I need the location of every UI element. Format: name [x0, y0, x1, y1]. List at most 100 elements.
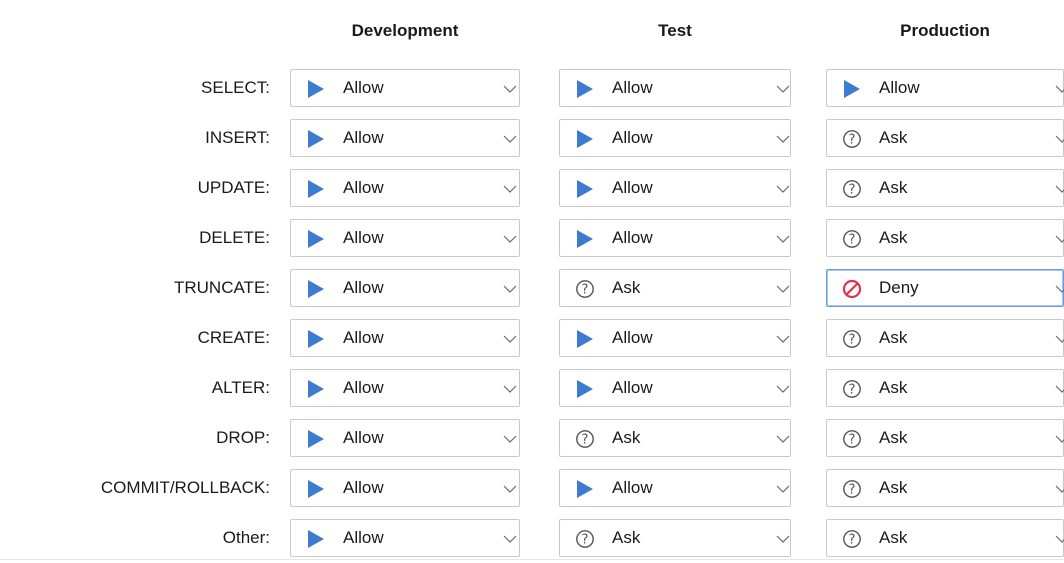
- create-development-dropdown[interactable]: Allow: [290, 319, 520, 357]
- play-triangle-icon: [575, 479, 595, 499]
- play-triangle-icon: [306, 279, 326, 299]
- chevron-down-icon[interactable]: [503, 232, 517, 244]
- alter-test-dropdown[interactable]: Allow: [559, 369, 791, 407]
- insert-production-dropdown[interactable]: ? Ask: [826, 119, 1064, 157]
- question-circle-icon: ?: [842, 129, 862, 149]
- update-test-dropdown[interactable]: Allow: [559, 169, 791, 207]
- chevron-down-icon[interactable]: [1055, 432, 1064, 444]
- dropdown-value: Allow: [343, 428, 384, 447]
- dropdown-value: Ask: [879, 478, 908, 497]
- chevron-down-icon[interactable]: [503, 482, 517, 494]
- truncate-development-dropdown[interactable]: Allow: [290, 269, 520, 307]
- drop-development-dropdown[interactable]: Allow: [290, 419, 520, 457]
- chevron-down-icon[interactable]: [776, 82, 790, 94]
- insert-test-dropdown[interactable]: Allow: [559, 119, 791, 157]
- question-circle-icon: ?: [842, 429, 862, 449]
- drop-test-dropdown[interactable]: ? Ask: [559, 419, 791, 457]
- chevron-down-icon[interactable]: [776, 482, 790, 494]
- update-development-dropdown[interactable]: Allow: [290, 169, 520, 207]
- svg-text:?: ?: [582, 283, 589, 298]
- chevron-down-icon[interactable]: [776, 182, 790, 194]
- question-circle-icon: ?: [842, 179, 862, 199]
- drop-production-dropdown[interactable]: ? Ask: [826, 419, 1064, 457]
- dropdown-value: Allow: [343, 278, 384, 297]
- permissions-matrix: Development Test Production SELECT: Allow…: [0, 0, 1064, 563]
- other-development-dropdown[interactable]: Allow: [290, 519, 520, 557]
- play-triangle-icon: [306, 379, 326, 399]
- svg-text:?: ?: [582, 433, 589, 448]
- chevron-down-icon[interactable]: [1055, 482, 1064, 494]
- chevron-down-icon[interactable]: [1055, 182, 1064, 194]
- dropdown-value: Allow: [343, 528, 384, 547]
- deny-circle-icon: [842, 279, 862, 299]
- column-header-development: Development: [351, 21, 459, 40]
- commit-rollback-development-dropdown[interactable]: Allow: [290, 469, 520, 507]
- play-triangle-icon: [306, 329, 326, 349]
- chevron-down-icon[interactable]: [503, 132, 517, 144]
- dropdown-value: Ask: [879, 328, 908, 347]
- chevron-down-icon[interactable]: [776, 382, 790, 394]
- chevron-down-icon[interactable]: [1055, 82, 1064, 94]
- chevron-down-icon[interactable]: [503, 432, 517, 444]
- chevron-down-icon[interactable]: [776, 432, 790, 444]
- play-triangle-icon: [306, 129, 326, 149]
- column-header-production: Production: [900, 21, 990, 40]
- play-triangle-icon: [842, 79, 862, 99]
- select-production-dropdown[interactable]: Allow: [826, 69, 1064, 107]
- svg-text:?: ?: [849, 533, 856, 548]
- chevron-down-icon[interactable]: [776, 532, 790, 544]
- alter-development-dropdown[interactable]: Allow: [290, 369, 520, 407]
- dropdown-value: Ask: [612, 428, 641, 447]
- chevron-down-icon[interactable]: [503, 532, 517, 544]
- delete-test-dropdown[interactable]: Allow: [559, 219, 791, 257]
- truncate-test-dropdown[interactable]: ? Ask: [559, 269, 791, 307]
- alter-production-dropdown[interactable]: ? Ask: [826, 369, 1064, 407]
- chevron-down-icon[interactable]: [1055, 232, 1064, 244]
- dropdown-value: Allow: [343, 178, 384, 197]
- play-triangle-icon: [306, 479, 326, 499]
- insert-development-dropdown[interactable]: Allow: [290, 119, 520, 157]
- dropdown-value: Allow: [612, 228, 653, 247]
- chevron-down-icon[interactable]: [776, 282, 790, 294]
- truncate-production-dropdown[interactable]: Deny: [826, 269, 1064, 307]
- row-label-other: Other:: [222, 528, 270, 547]
- play-triangle-icon: [306, 229, 326, 249]
- chevron-down-icon[interactable]: [503, 82, 517, 94]
- dropdown-value: Allow: [343, 78, 384, 97]
- play-triangle-icon: [575, 179, 595, 199]
- delete-production-dropdown[interactable]: ? Ask: [826, 219, 1064, 257]
- chevron-down-icon[interactable]: [503, 382, 517, 394]
- chevron-down-icon[interactable]: [503, 182, 517, 194]
- dropdown-value: Ask: [612, 528, 641, 547]
- select-test-dropdown[interactable]: Allow: [559, 69, 791, 107]
- commit-rollback-production-dropdown[interactable]: ? Ask: [826, 469, 1064, 507]
- other-production-dropdown[interactable]: ? Ask: [826, 519, 1064, 557]
- chevron-down-icon[interactable]: [1055, 382, 1064, 394]
- dropdown-value: Allow: [343, 328, 384, 347]
- chevron-down-icon[interactable]: [776, 232, 790, 244]
- delete-development-dropdown[interactable]: Allow: [290, 219, 520, 257]
- update-production-dropdown[interactable]: ? Ask: [826, 169, 1064, 207]
- chevron-down-icon[interactable]: [1055, 282, 1064, 294]
- chevron-down-icon[interactable]: [1055, 332, 1064, 344]
- svg-text:?: ?: [849, 233, 856, 248]
- chevron-down-icon[interactable]: [1055, 532, 1064, 544]
- chevron-down-icon[interactable]: [503, 282, 517, 294]
- create-production-dropdown[interactable]: ? Ask: [826, 319, 1064, 357]
- dropdown-value: Allow: [612, 178, 653, 197]
- svg-text:?: ?: [849, 383, 856, 398]
- chevron-down-icon[interactable]: [776, 332, 790, 344]
- svg-text:?: ?: [849, 333, 856, 348]
- chevron-down-icon[interactable]: [776, 132, 790, 144]
- other-test-dropdown[interactable]: ? Ask: [559, 519, 791, 557]
- question-circle-icon: ?: [575, 429, 595, 449]
- chevron-down-icon[interactable]: [503, 332, 517, 344]
- dropdown-value: Allow: [343, 228, 384, 247]
- select-development-dropdown[interactable]: Allow: [290, 69, 520, 107]
- dropdown-value: Allow: [343, 128, 384, 147]
- commit-rollback-test-dropdown[interactable]: Allow: [559, 469, 791, 507]
- dropdown-value: Allow: [612, 378, 653, 397]
- divider: [0, 559, 1064, 560]
- chevron-down-icon[interactable]: [1055, 132, 1064, 144]
- create-test-dropdown[interactable]: Allow: [559, 319, 791, 357]
